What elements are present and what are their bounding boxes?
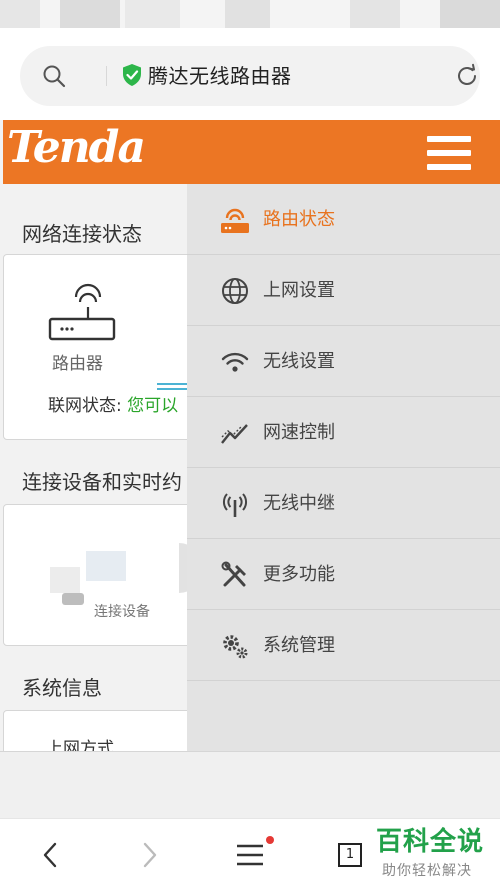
- net-status-value: 您可以: [127, 396, 179, 416]
- menu-item-router-status[interactable]: 路由状态: [187, 184, 500, 255]
- tenda-header: Tenda: [0, 120, 500, 184]
- back-icon[interactable]: [40, 841, 60, 869]
- tenda-logo: Tenda: [7, 122, 146, 173]
- router-status-icon: [221, 208, 249, 233]
- wifi-icon: [221, 352, 249, 372]
- watermark-subtitle: 助你轻松解决: [382, 863, 472, 879]
- connected-devices-card: 连接设备: [3, 504, 203, 646]
- menu-label: 上网设置: [263, 280, 335, 301]
- internet-mode-label: 上网方式: [46, 739, 114, 751]
- network-status-title: 网络连接状态: [22, 222, 142, 246]
- devices-section-title: 连接设备和实时约: [22, 470, 182, 494]
- menu-label: 系统管理: [263, 635, 335, 656]
- tools-icon: [221, 561, 246, 587]
- net-status-label: 联网状态:: [48, 396, 122, 416]
- devices-label: 连接设备: [94, 604, 150, 620]
- menu-item-wireless-settings[interactable]: 无线设置: [187, 326, 500, 397]
- system-info-title: 系统信息: [22, 676, 102, 700]
- reload-icon[interactable]: [454, 63, 480, 89]
- secure-shield-icon: [123, 64, 141, 86]
- notification-dot: [266, 836, 274, 844]
- menu-item-speed-control[interactable]: 网速控制: [187, 397, 500, 468]
- search-icon[interactable]: [42, 64, 66, 88]
- menu-icon[interactable]: [236, 843, 264, 867]
- menu-item-system-management[interactable]: 系统管理: [187, 610, 500, 681]
- gears-icon: [223, 635, 248, 659]
- status-bar: [0, 0, 500, 28]
- tabs-button[interactable]: 1: [338, 843, 362, 867]
- hamburger-menu-button[interactable]: [427, 136, 471, 170]
- globe-icon: [222, 278, 248, 304]
- page-title[interactable]: 腾达无线路由器: [148, 62, 292, 90]
- menu-item-wireless-repeater[interactable]: 无线中继: [187, 468, 500, 539]
- side-menu: 路由状态 上网设置 无线设置 网速控制 无线中继 更多功能 系统管理: [187, 184, 500, 751]
- menu-item-more-functions[interactable]: 更多功能: [187, 539, 500, 610]
- menu-item-internet-settings[interactable]: 上网设置: [187, 255, 500, 326]
- router-icon: [48, 283, 116, 341]
- menu-label: 路由状态: [263, 209, 335, 230]
- forward-icon[interactable]: [140, 841, 160, 869]
- menu-label: 无线中继: [263, 493, 335, 514]
- router-label: 路由器: [52, 354, 103, 374]
- page-bottom-area: [0, 751, 500, 818]
- address-bar[interactable]: 腾达无线路由器: [20, 46, 480, 106]
- antenna-icon: [223, 493, 247, 517]
- browser-address-area: 腾达无线路由器: [0, 28, 500, 120]
- menu-label: 网速控制: [263, 422, 335, 443]
- network-status-card: 路由器 联网状态: 您可以: [3, 254, 203, 440]
- watermark-title: 百科全说: [376, 827, 485, 857]
- menu-label: 无线设置: [263, 351, 335, 372]
- watermark-logo: 百科全说 助你轻松解决: [368, 824, 500, 886]
- menu-label: 更多功能: [263, 564, 335, 585]
- address-separator: [106, 66, 107, 86]
- net-status: 联网状态: 您可以: [48, 391, 178, 416]
- speed-chart-icon: [221, 424, 248, 444]
